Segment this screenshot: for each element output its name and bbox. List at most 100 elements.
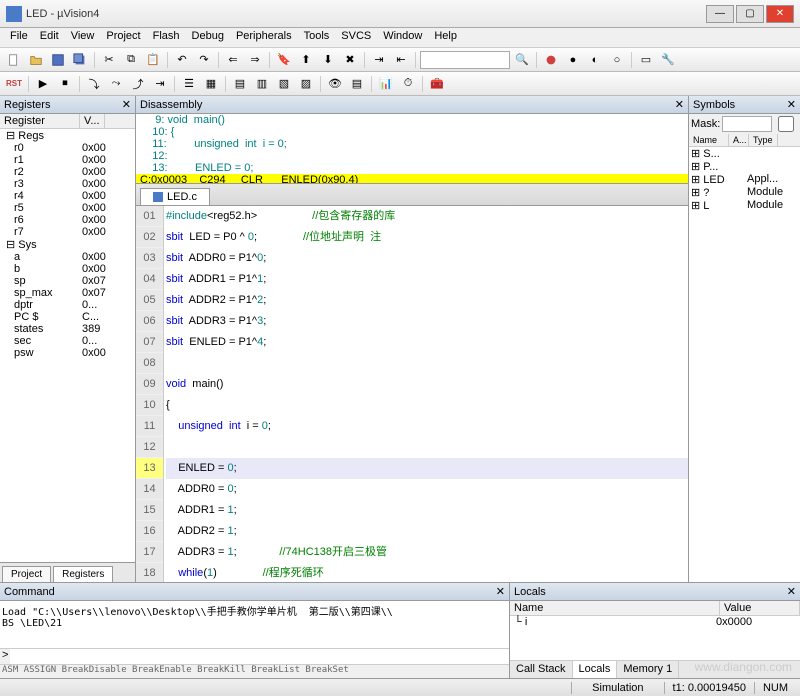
menu-svcs[interactable]: SVCS bbox=[335, 28, 377, 47]
find-icon[interactable]: 🔍 bbox=[512, 50, 532, 70]
menu-tools[interactable]: Tools bbox=[298, 28, 336, 47]
open-file-icon[interactable] bbox=[26, 50, 46, 70]
reg-group[interactable]: ⊟ Regs bbox=[0, 129, 135, 142]
close-button[interactable]: ✕ bbox=[766, 5, 794, 23]
close-icon[interactable]: ✕ bbox=[787, 98, 796, 111]
toolbox-icon[interactable]: 🧰 bbox=[427, 74, 447, 94]
reg-row[interactable]: PC $C... bbox=[0, 311, 135, 323]
menu-help[interactable]: Help bbox=[428, 28, 463, 47]
menu-debug[interactable]: Debug bbox=[186, 28, 230, 47]
run-icon[interactable]: ▶ bbox=[33, 74, 53, 94]
run-to-cursor-icon[interactable]: ⇥ bbox=[150, 74, 170, 94]
reg-row[interactable]: a0x00 bbox=[0, 251, 135, 263]
bookmark-icon[interactable]: 🔖 bbox=[274, 50, 294, 70]
reg-row[interactable]: r70x00 bbox=[0, 226, 135, 238]
find-input[interactable] bbox=[420, 51, 510, 69]
show-regs-icon[interactable]: ▦ bbox=[201, 74, 221, 94]
minimize-button[interactable]: — bbox=[706, 5, 734, 23]
reg-row[interactable]: r40x00 bbox=[0, 190, 135, 202]
new-file-icon[interactable] bbox=[4, 50, 24, 70]
maximize-button[interactable]: ▢ bbox=[736, 5, 764, 23]
breakpoint-disable-icon[interactable]: ○ bbox=[607, 50, 627, 70]
mask-input[interactable] bbox=[722, 116, 772, 132]
disassembly-view[interactable]: 9: void main() 10: { 11: unsigned int i … bbox=[136, 114, 688, 184]
stop-icon[interactable]: ⏹ bbox=[55, 74, 75, 94]
nav-back-icon[interactable]: ⇐ bbox=[223, 50, 243, 70]
symbol-row[interactable]: ⊞ P... bbox=[689, 160, 800, 173]
locals-table[interactable]: NameValue└ i0x0000 bbox=[510, 601, 800, 660]
reg-row[interactable]: dptr0... bbox=[0, 299, 135, 311]
tab-registers[interactable]: Registers bbox=[53, 566, 113, 582]
reg-row[interactable]: sec0... bbox=[0, 335, 135, 347]
menu-flash[interactable]: Flash bbox=[147, 28, 186, 47]
register-table[interactable]: RegisterV...⊟ Regsr00x00r10x00r20x00r30x… bbox=[0, 114, 135, 562]
paste-icon[interactable]: 📋 bbox=[143, 50, 163, 70]
breakpoint-insert-icon[interactable]: ● bbox=[563, 50, 583, 70]
nav-fwd-icon[interactable]: ⇒ bbox=[245, 50, 265, 70]
menu-view[interactable]: View bbox=[65, 28, 101, 47]
reg-row[interactable]: r50x00 bbox=[0, 202, 135, 214]
tab-callstack[interactable]: Call Stack bbox=[510, 661, 573, 678]
save-all-icon[interactable] bbox=[70, 50, 90, 70]
watch-icon[interactable]: 👁 bbox=[325, 74, 345, 94]
bookmark-clear-icon[interactable]: ✖ bbox=[340, 50, 360, 70]
command-output[interactable]: Load "C:\\Users\\lenovo\\Desktop\\手把手教你学… bbox=[0, 601, 509, 648]
close-icon[interactable]: ✕ bbox=[787, 585, 796, 598]
menu-edit[interactable]: Edit bbox=[34, 28, 65, 47]
reg-row[interactable]: r10x00 bbox=[0, 154, 135, 166]
reg-row[interactable]: psw0x00 bbox=[0, 347, 135, 359]
trace-icon[interactable]: 📊 bbox=[376, 74, 396, 94]
indent-icon[interactable]: ⇥ bbox=[369, 50, 389, 70]
menu-file[interactable]: File bbox=[4, 28, 34, 47]
window-icon[interactable]: ▭ bbox=[636, 50, 656, 70]
config-icon[interactable]: 🔧 bbox=[658, 50, 678, 70]
reg-group[interactable]: ⊟ Sys bbox=[0, 238, 135, 251]
menu-project[interactable]: Project bbox=[100, 28, 146, 47]
show-disasm-icon[interactable]: ☰ bbox=[179, 74, 199, 94]
serial-window-icon[interactable]: ▧ bbox=[274, 74, 294, 94]
step-out-icon[interactable]: ⤴ bbox=[128, 74, 148, 94]
reg-row[interactable]: r30x00 bbox=[0, 178, 135, 190]
code-editor[interactable]: 010203040506070809101112131415161718 #in… bbox=[136, 206, 688, 582]
symbol-row[interactable]: ⊞ LEDAppl... bbox=[689, 173, 800, 186]
copy-icon[interactable]: ⧉ bbox=[121, 50, 141, 70]
reg-row[interactable]: sp_max0x07 bbox=[0, 287, 135, 299]
tab-project[interactable]: Project bbox=[2, 566, 51, 582]
debug-start-icon[interactable] bbox=[541, 50, 561, 70]
menu-peripherals[interactable]: Peripherals bbox=[230, 28, 298, 47]
bookmark-prev-icon[interactable]: ⬆ bbox=[296, 50, 316, 70]
symbol-row[interactable]: ⊞ ?Module bbox=[689, 186, 800, 199]
close-icon[interactable]: ✕ bbox=[675, 98, 684, 111]
bookmark-next-icon[interactable]: ⬇ bbox=[318, 50, 338, 70]
menu-window[interactable]: Window bbox=[377, 28, 428, 47]
tab-locals[interactable]: Locals bbox=[573, 661, 618, 678]
save-icon[interactable] bbox=[48, 50, 68, 70]
locals-icon[interactable]: ▤ bbox=[347, 74, 367, 94]
breakpoint-enable-icon[interactable]: ◐ bbox=[585, 50, 605, 70]
symbol-row[interactable]: ⊞ LModule bbox=[689, 199, 800, 212]
reg-row[interactable]: r00x00 bbox=[0, 142, 135, 154]
locals-row[interactable]: └ i0x0000 bbox=[510, 616, 800, 628]
reg-row[interactable]: r60x00 bbox=[0, 214, 135, 226]
step-over-icon[interactable]: ⤳ bbox=[106, 74, 126, 94]
symbol-tree[interactable]: NameA...Type⊞ S...⊞ P...⊞ LEDAppl...⊞ ?M… bbox=[689, 134, 800, 582]
reset-icon[interactable]: RST bbox=[4, 74, 24, 94]
outdent-icon[interactable]: ⇤ bbox=[391, 50, 411, 70]
analysis-window-icon[interactable]: ▨ bbox=[296, 74, 316, 94]
close-icon[interactable]: ✕ bbox=[496, 585, 505, 598]
reg-row[interactable]: b0x00 bbox=[0, 263, 135, 275]
mask-checkbox[interactable] bbox=[774, 116, 798, 132]
reg-row[interactable]: states389 bbox=[0, 323, 135, 335]
reg-row[interactable]: sp0x07 bbox=[0, 275, 135, 287]
undo-icon[interactable]: ↶ bbox=[172, 50, 192, 70]
command-window-icon[interactable]: ▤ bbox=[230, 74, 250, 94]
reg-row[interactable]: r20x00 bbox=[0, 166, 135, 178]
tab-memory1[interactable]: Memory 1 bbox=[617, 661, 679, 678]
close-icon[interactable]: ✕ bbox=[122, 98, 131, 111]
symbol-row[interactable]: ⊞ S... bbox=[689, 147, 800, 160]
cut-icon[interactable]: ✂ bbox=[99, 50, 119, 70]
step-into-icon[interactable]: ⤵ bbox=[84, 74, 104, 94]
perf-icon[interactable]: ⏱ bbox=[398, 74, 418, 94]
memory-window-icon[interactable]: ▥ bbox=[252, 74, 272, 94]
command-input[interactable] bbox=[10, 649, 509, 664]
